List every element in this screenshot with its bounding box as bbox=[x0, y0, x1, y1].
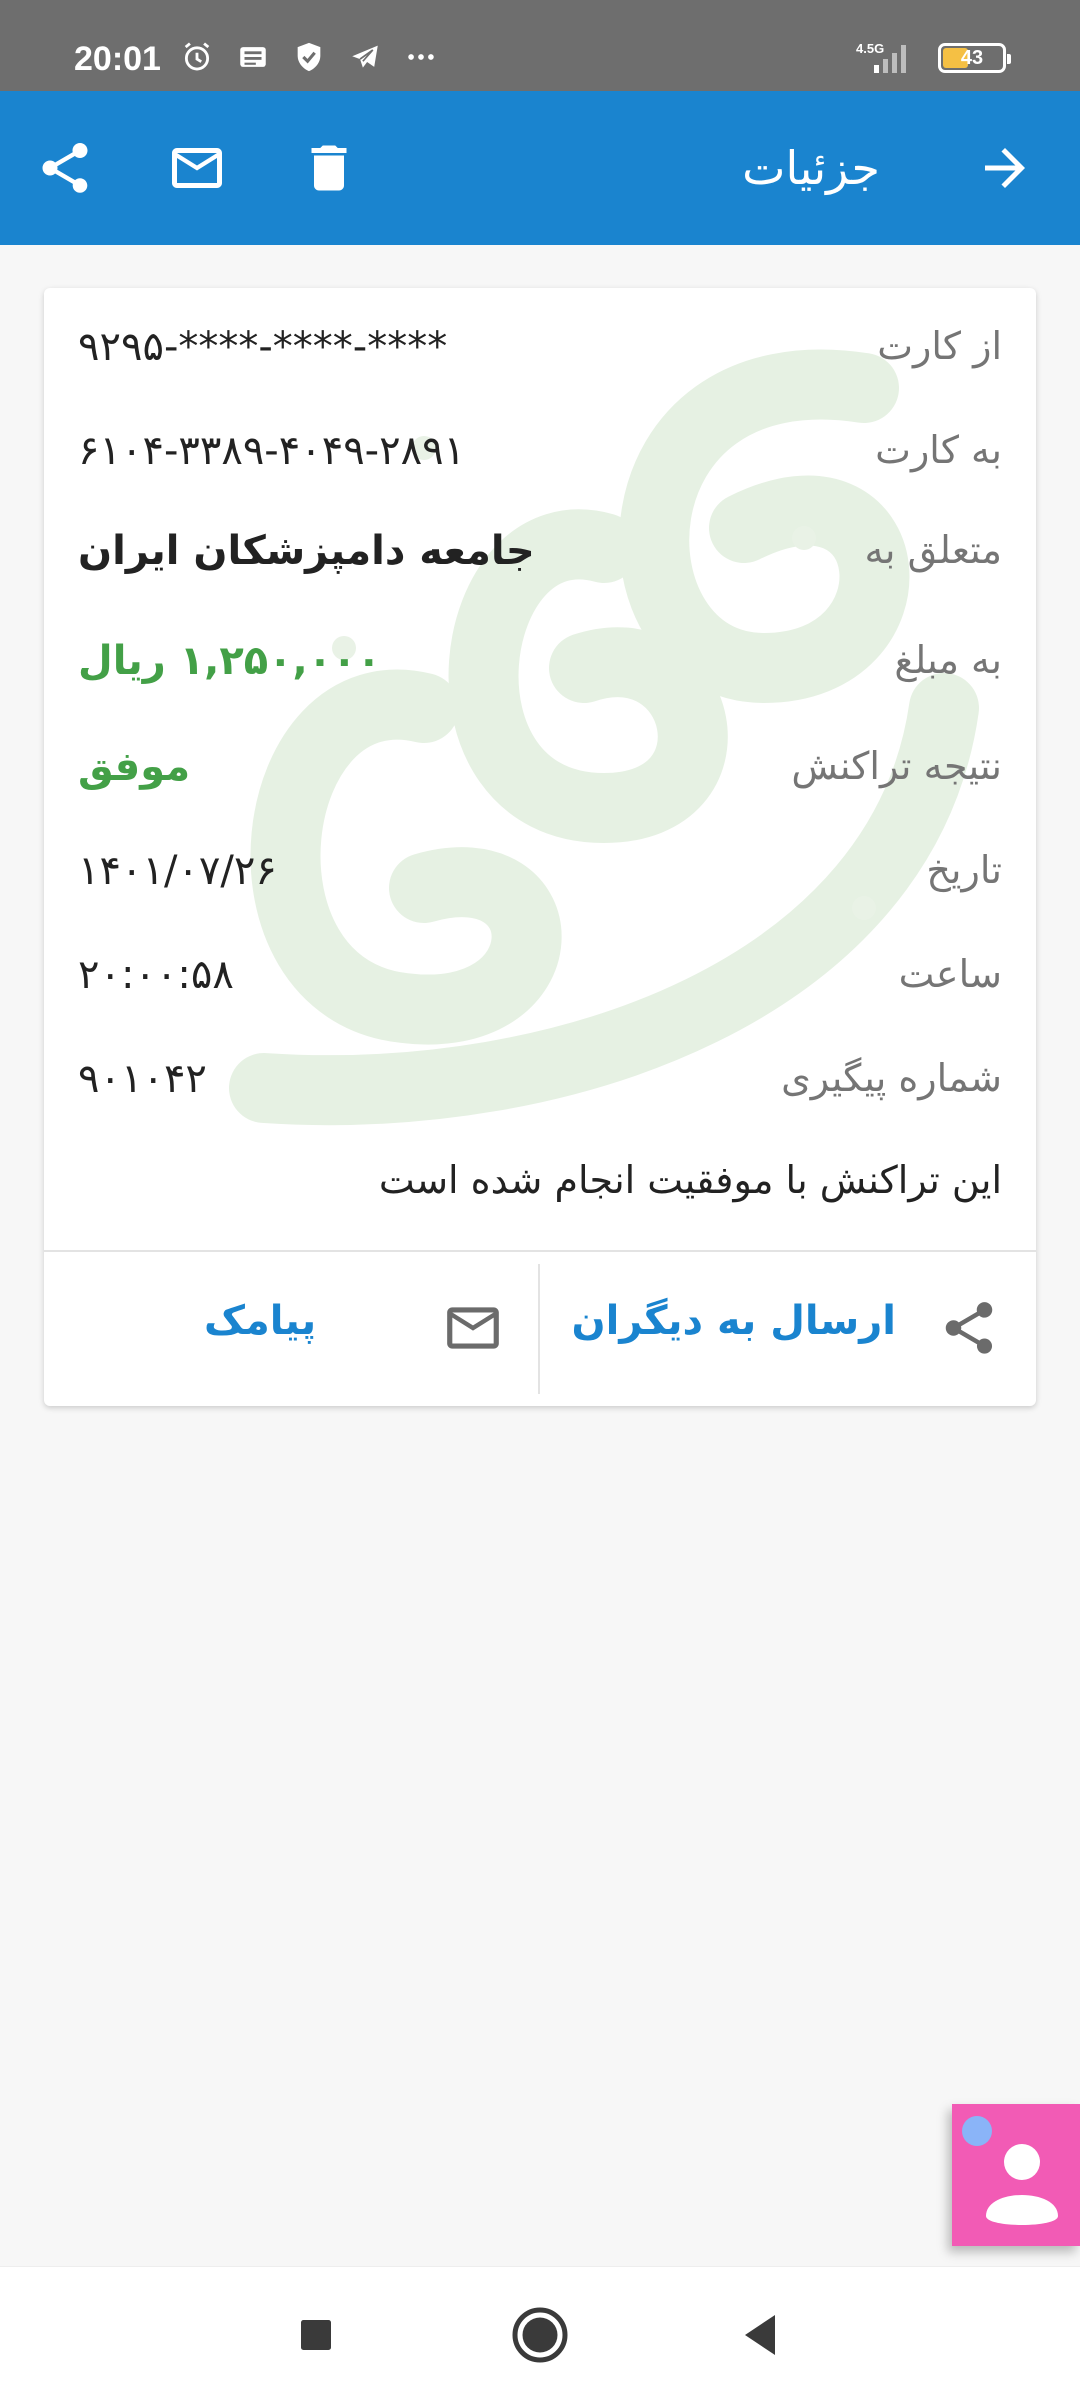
detail-row: به مبلغ ۱,۲۵۰,۰۰۰ ریال bbox=[44, 626, 1036, 706]
share-icon bbox=[936, 1295, 1002, 1361]
page-title: جزئیات bbox=[742, 141, 880, 195]
detail-label: شماره پیگیری bbox=[781, 1056, 1002, 1100]
mail-icon[interactable] bbox=[164, 135, 230, 201]
transaction-card: از کارت ****-****-****-۹۲۹۵ به کارت ۶۱۰۴-۳۳… bbox=[44, 288, 1036, 1406]
status-bar: 20:01 4.5G 43 bbox=[0, 0, 1080, 91]
system-nav-bar bbox=[0, 2266, 1080, 2400]
detail-row: ساعت ۲۰:۰۰:۵۸ bbox=[44, 940, 1036, 1020]
detail-label: ساعت bbox=[898, 952, 1002, 996]
person-icon bbox=[986, 2144, 1058, 2225]
status-time: 20:01 bbox=[74, 40, 161, 78]
delete-icon[interactable] bbox=[296, 135, 362, 201]
detail-label: از کارت bbox=[877, 324, 1002, 368]
detail-row: به کارت ۶۱۰۴-۳۳۸۹-۴۰۴۹-۲۸۹۱ bbox=[44, 416, 1036, 496]
sms-label: پیامک bbox=[204, 1298, 317, 1344]
detail-label: به مبلغ bbox=[894, 638, 1002, 682]
detail-value: جامعه دامپزشکان ایران bbox=[78, 528, 535, 574]
detail-value: ۹۰۱۰۴۲ bbox=[78, 1056, 207, 1102]
status-right: 4.5G 43 bbox=[856, 38, 1011, 78]
detail-row: از کارت ****-****-****-۹۲۹۵ bbox=[44, 312, 1036, 392]
detail-value: ۶۱۰۴-۳۳۸۹-۴۰۴۹-۲۸۹۱ bbox=[78, 428, 466, 474]
detail-row: تاریخ ۱۴۰۱/۰۷/۲۶ bbox=[44, 836, 1036, 916]
telegram-icon bbox=[348, 40, 382, 78]
detail-value: ****-****-****-۹۲۹۵ bbox=[78, 324, 448, 370]
alarm-icon bbox=[180, 40, 214, 78]
detail-value: ۱,۲۵۰,۰۰۰ ریال bbox=[78, 638, 381, 684]
app-bar: جزئیات bbox=[0, 91, 1080, 245]
recent-apps-icon[interactable] bbox=[276, 2295, 356, 2375]
shield-check-icon bbox=[292, 40, 326, 78]
share-icon[interactable] bbox=[32, 135, 98, 201]
detail-label: به کارت bbox=[875, 428, 1002, 472]
mail-icon bbox=[440, 1295, 506, 1361]
battery-percent: 43 bbox=[960, 47, 984, 69]
sms-button[interactable]: پیامک bbox=[44, 1252, 538, 1406]
detail-row: شماره پیگیری ۹۰۱۰۴۲ bbox=[44, 1044, 1036, 1124]
home-icon[interactable] bbox=[500, 2295, 580, 2375]
floating-profile-button[interactable] bbox=[952, 2104, 1080, 2246]
send-to-others-label: ارسال به دیگران bbox=[571, 1298, 896, 1344]
detail-label: نتیجه تراکنش bbox=[791, 744, 1002, 788]
transaction-message: این تراکنش با موفقیت انجام شده است bbox=[378, 1158, 1002, 1202]
detail-label: تاریخ bbox=[926, 848, 1002, 892]
back-icon[interactable] bbox=[720, 2295, 800, 2375]
send-to-others-button[interactable]: ارسال به دیگران bbox=[540, 1252, 1036, 1406]
news-icon bbox=[236, 40, 270, 78]
detail-label: متعلق به bbox=[864, 528, 1002, 572]
detail-value: ۲۰:۰۰:۵۸ bbox=[78, 952, 234, 998]
detail-value: موفق bbox=[78, 744, 191, 790]
status-notification-icons bbox=[180, 40, 438, 78]
battery-icon: 43 bbox=[938, 43, 1011, 73]
detail-row: نتیجه تراکنش موفق bbox=[44, 732, 1036, 812]
signal-icon: 4.5G bbox=[856, 41, 916, 75]
detail-value: ۱۴۰۱/۰۷/۲۶ bbox=[78, 848, 277, 894]
back-arrow-icon[interactable] bbox=[972, 135, 1038, 201]
detail-row: متعلق به جامعه دامپزشکان ایران bbox=[44, 516, 1036, 596]
more-dots-icon bbox=[404, 40, 438, 78]
